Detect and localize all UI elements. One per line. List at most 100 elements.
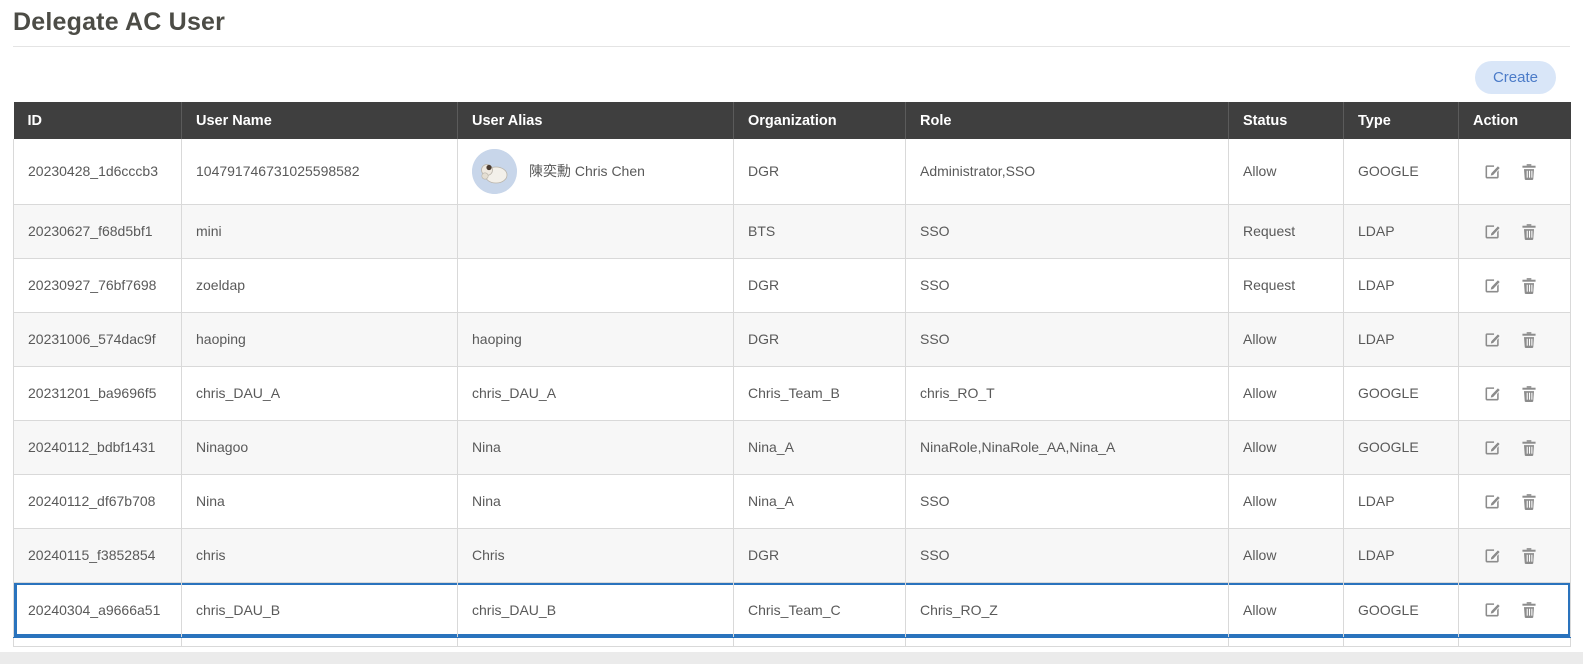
- cell-id: 20240115_f3852854: [14, 528, 182, 582]
- cell-organization: DGR: [734, 528, 906, 582]
- edit-button[interactable]: [1484, 439, 1501, 456]
- table-row: 20240115_f3852854chrisChrisDGRSSOAllowLD…: [14, 528, 1571, 582]
- edit-button[interactable]: [1484, 163, 1501, 180]
- page-title: Delegate AC User: [13, 8, 1570, 37]
- cell-id: 20230627_f68d5bf1: [14, 204, 182, 258]
- cell-role: NinaRole,NinaRole_AA,Nina_A: [906, 420, 1229, 474]
- create-button[interactable]: Create: [1475, 61, 1556, 94]
- page-header: Delegate AC User: [0, 0, 1583, 47]
- cell-organization: BTS: [734, 204, 906, 258]
- edit-button[interactable]: [1484, 277, 1501, 294]
- cell-type: GOOGLE: [1344, 582, 1459, 637]
- trash-icon: [1521, 493, 1537, 510]
- cell-status: Allow: [1229, 474, 1344, 528]
- cell-id: 20230927_76bf7698: [14, 258, 182, 312]
- edit-pencil-icon: [1484, 547, 1501, 564]
- cell-role: SSO: [906, 312, 1229, 366]
- delegate-ac-user-page: Delegate AC User Create IDUser NameUser …: [0, 0, 1583, 664]
- table-row: 20240112_df67b708NinaNinaNina_ASSOAllowL…: [14, 474, 1571, 528]
- delete-button[interactable]: [1520, 439, 1537, 456]
- trash-icon: [1521, 439, 1537, 456]
- cell-type: GOOGLE: [1344, 420, 1459, 474]
- cell-user-name: chris: [182, 528, 458, 582]
- cell-empty: [1344, 637, 1459, 646]
- toolbar: Create: [0, 47, 1583, 102]
- delete-button[interactable]: [1520, 223, 1537, 240]
- cell-role: Administrator,SSO: [906, 139, 1229, 204]
- bottom-page-background: [0, 652, 1583, 664]
- cell-id: 20231006_574dac9f: [14, 312, 182, 366]
- cell-type: LDAP: [1344, 312, 1459, 366]
- cell-action: [1459, 258, 1571, 312]
- edit-button[interactable]: [1484, 547, 1501, 564]
- trash-icon: [1521, 385, 1537, 402]
- table-row: 20230927_76bf7698zoeldapDGRSSORequestLDA…: [14, 258, 1571, 312]
- cell-empty: [458, 637, 734, 646]
- cell-action: [1459, 312, 1571, 366]
- cell-id: 20240112_bdbf1431: [14, 420, 182, 474]
- edit-button[interactable]: [1484, 493, 1501, 510]
- edit-button[interactable]: [1484, 223, 1501, 240]
- cell-organization: DGR: [734, 139, 906, 204]
- cell-empty: [906, 637, 1229, 646]
- user-avatar: [472, 149, 517, 194]
- user-alias-text: 陳奕勳 Chris Chen: [529, 161, 645, 181]
- table-row: 20240112_bdbf1431NinagooNinaNina_ANinaRo…: [14, 420, 1571, 474]
- cell-user-alias: chris_DAU_A: [458, 366, 734, 420]
- cell-role: chris_RO_T: [906, 366, 1229, 420]
- delete-button[interactable]: [1520, 331, 1537, 348]
- cell-status: Allow: [1229, 582, 1344, 637]
- table-row: 20231006_574dac9fhaopinghaopingDGRSSOAll…: [14, 312, 1571, 366]
- edit-button[interactable]: [1484, 331, 1501, 348]
- delete-button[interactable]: [1520, 601, 1537, 618]
- cell-empty: [14, 637, 182, 646]
- cell-user-name: Nina: [182, 474, 458, 528]
- cell-status: Allow: [1229, 528, 1344, 582]
- cell-id: 20240112_df67b708: [14, 474, 182, 528]
- table-row-partial: [14, 637, 1571, 646]
- column-header-user_alias: User Alias: [458, 102, 734, 139]
- column-header-action: Action: [1459, 102, 1571, 139]
- cell-user-name: chris_DAU_A: [182, 366, 458, 420]
- edit-button[interactable]: [1484, 385, 1501, 402]
- edit-pencil-icon: [1484, 385, 1501, 402]
- delete-button[interactable]: [1520, 277, 1537, 294]
- delete-button[interactable]: [1520, 493, 1537, 510]
- cell-role: SSO: [906, 528, 1229, 582]
- cell-type: LDAP: [1344, 474, 1459, 528]
- cell-status: Allow: [1229, 312, 1344, 366]
- table-row: 20230627_f68d5bf1miniBTSSSORequestLDAP: [14, 204, 1571, 258]
- edit-pencil-icon: [1484, 439, 1501, 456]
- cell-user-name: mini: [182, 204, 458, 258]
- cell-status: Allow: [1229, 366, 1344, 420]
- column-header-organization: Organization: [734, 102, 906, 139]
- cell-role: SSO: [906, 204, 1229, 258]
- table-row: 20230428_1d6cccb3104791746731025598582陳奕…: [14, 139, 1571, 204]
- edit-pencil-icon: [1484, 493, 1501, 510]
- cell-user-alias: haoping: [458, 312, 734, 366]
- cell-status: Request: [1229, 204, 1344, 258]
- edit-pencil-icon: [1484, 331, 1501, 348]
- column-header-user_name: User Name: [182, 102, 458, 139]
- cell-action: [1459, 420, 1571, 474]
- column-header-role: Role: [906, 102, 1229, 139]
- edit-button[interactable]: [1484, 601, 1501, 618]
- delete-button[interactable]: [1520, 547, 1537, 564]
- cell-status: Request: [1229, 258, 1344, 312]
- cell-action: [1459, 474, 1571, 528]
- cell-role: SSO: [906, 258, 1229, 312]
- trash-icon: [1521, 163, 1537, 180]
- cell-status: Allow: [1229, 420, 1344, 474]
- cell-action: [1459, 204, 1571, 258]
- cell-organization: Chris_Team_C: [734, 582, 906, 637]
- cell-organization: Nina_A: [734, 474, 906, 528]
- cell-user-alias: Chris: [458, 528, 734, 582]
- cell-user-name: Ninagoo: [182, 420, 458, 474]
- cell-type: GOOGLE: [1344, 366, 1459, 420]
- cell-user-name: chris_DAU_B: [182, 582, 458, 637]
- cell-empty: [182, 637, 458, 646]
- cell-user-name: 104791746731025598582: [182, 139, 458, 204]
- delete-button[interactable]: [1520, 163, 1537, 180]
- delete-button[interactable]: [1520, 385, 1537, 402]
- edit-pencil-icon: [1484, 223, 1501, 240]
